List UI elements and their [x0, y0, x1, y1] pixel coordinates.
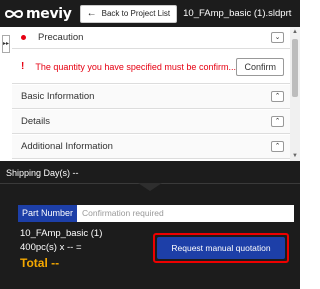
alert-dot-icon — [21, 35, 26, 40]
scroll-up-icon[interactable]: ▲ — [292, 29, 298, 35]
chevron-up-icon[interactable]: ⌃ — [271, 141, 284, 152]
part-number-input[interactable]: Confirmation required — [77, 205, 294, 222]
details-panel: Precaution ⌄ ! The quantity you have spe… — [12, 27, 300, 161]
collapse-notch-icon[interactable] — [138, 183, 162, 191]
logo-text: meviy — [26, 5, 72, 22]
chevron-up-icon[interactable]: ⌃ — [271, 116, 284, 127]
warning-icon: ! — [21, 61, 25, 72]
section-label: Basic Information — [21, 91, 95, 102]
back-button-label: Back to Project List — [101, 9, 171, 18]
confirm-button[interactable]: Confirm — [236, 58, 284, 76]
part-number-field: Part Number Confirmation required — [18, 205, 294, 222]
precaution-row[interactable]: Precaution ⌄ — [12, 27, 290, 49]
shipping-days: Shipping Day(s) -- — [6, 168, 79, 178]
top-bar: meviy ← Back to Project List 10_FAmp_bas… — [0, 0, 300, 27]
section-basic-information[interactable]: Basic Information ⌃ — [12, 85, 290, 109]
highlight-frame: Request manual quotation — [153, 233, 289, 263]
scrollbar-thumb[interactable] — [292, 39, 298, 97]
request-manual-quotation-button[interactable]: Request manual quotation — [157, 237, 285, 259]
section-additional-information[interactable]: Additional Information ⌃ — [12, 135, 290, 159]
warning-message: The quantity you have specified must be … — [35, 61, 236, 72]
scroll-down-icon[interactable]: ▼ — [292, 153, 298, 159]
back-arrow-icon: ← — [86, 8, 97, 19]
section-label: Details — [21, 116, 51, 127]
panel-scrollbar[interactable]: ▲ ▼ — [290, 27, 300, 161]
chevron-up-icon[interactable]: ⌃ — [271, 91, 284, 102]
quantity-warning: ! The quantity you have specified must b… — [12, 50, 290, 84]
section-details[interactable]: Details ⌃ — [12, 110, 290, 134]
quotation-summary: Shipping Day(s) -- Part Number Confirmat… — [0, 161, 300, 289]
part-name: 10_FAmp_basic (1) — [20, 228, 103, 239]
quantity-line: 400pc(s) x -- = — [20, 242, 82, 253]
logo-icon — [5, 9, 23, 19]
chevron-down-icon[interactable]: ⌄ — [271, 32, 284, 43]
precaution-label: Precaution — [38, 32, 84, 43]
part-number-label: Part Number — [18, 205, 78, 222]
expand-sidebar-icon[interactable]: ▸▸ — [2, 35, 10, 53]
section-label: Additional Information — [21, 141, 113, 152]
file-name: 10_FAmp_basic (1).sldprt — [183, 8, 292, 19]
back-to-project-list-button[interactable]: ← Back to Project List — [79, 4, 178, 23]
meviy-logo[interactable]: meviy — [5, 6, 72, 22]
total-price: Total -- — [20, 256, 60, 270]
